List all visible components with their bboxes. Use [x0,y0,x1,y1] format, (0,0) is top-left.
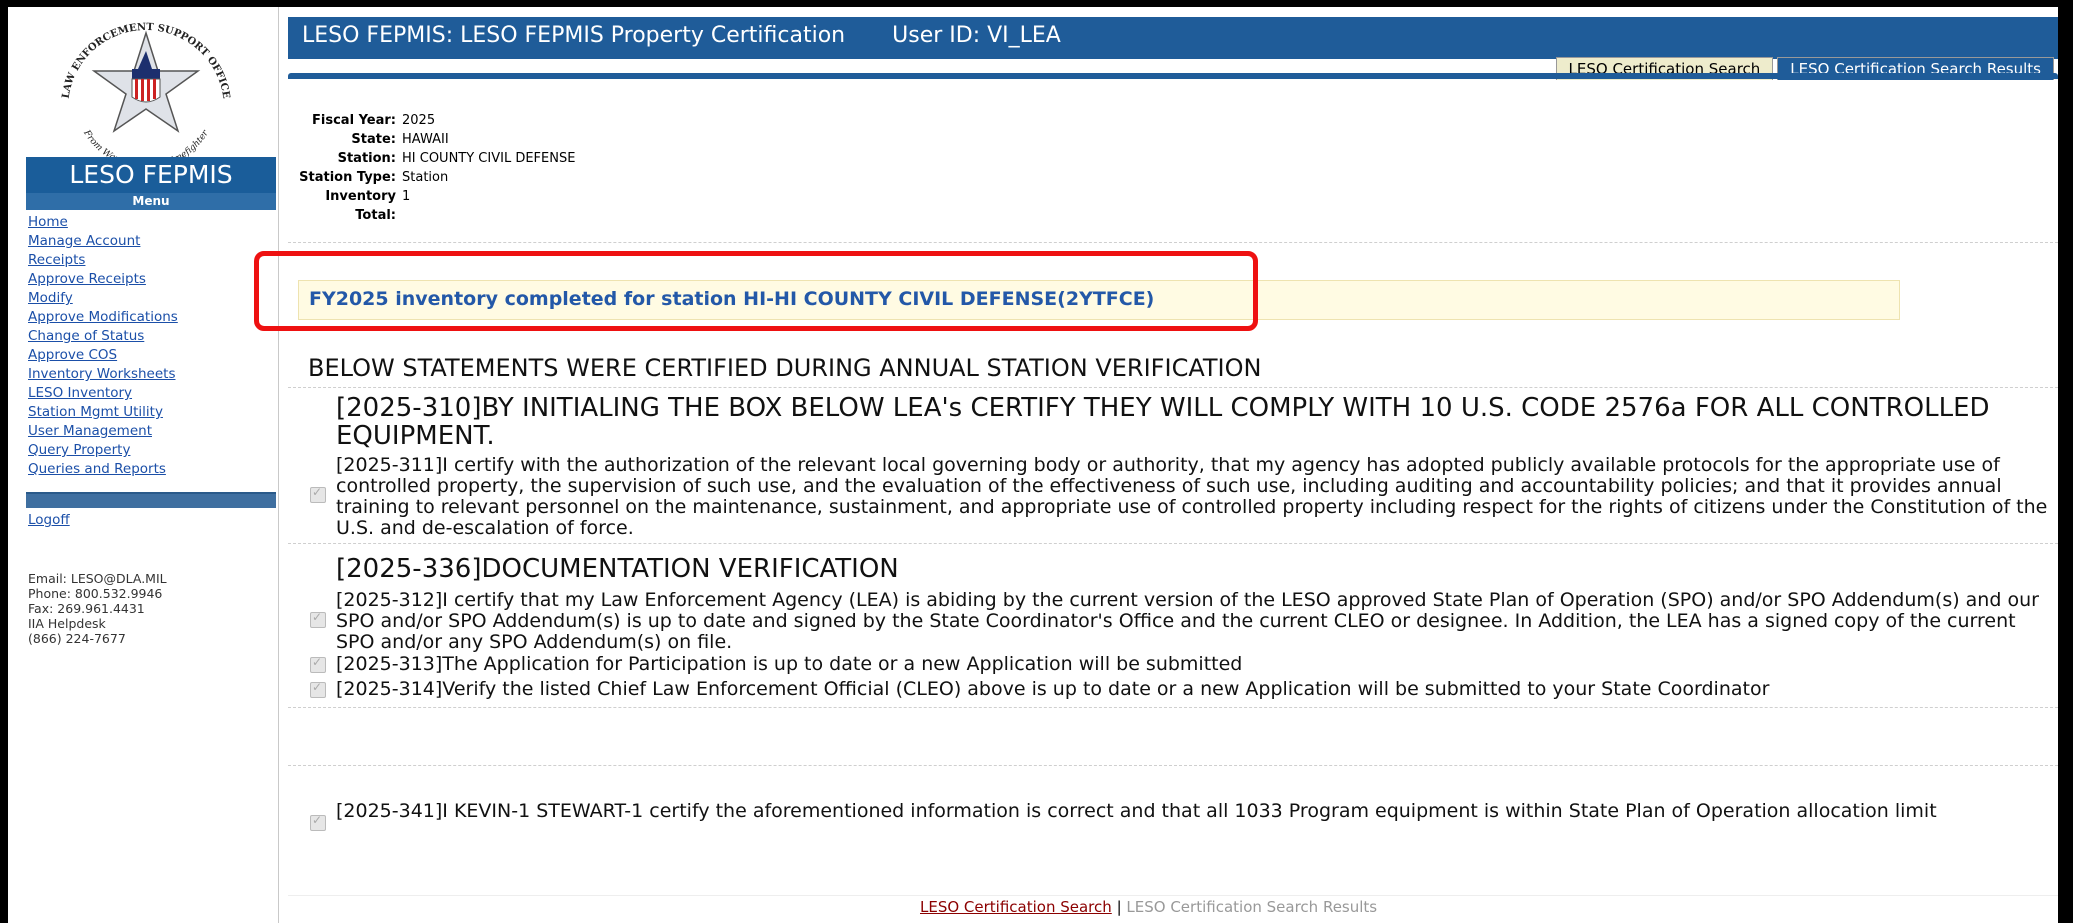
info-row-state: State: HAWAII [291,130,575,149]
footer-separator: | [1116,898,1122,916]
menu-item-modify[interactable]: Modify [28,290,73,306]
footer-divider [288,895,2058,896]
menu-item-user-management[interactable]: User Management [28,423,152,439]
footer-links: LESO Certification Search | LESO Certifi… [920,898,1377,916]
app-name-banner: LESO FEPMIS [26,157,276,193]
info-row-station-type: Station Type: Station [291,168,575,187]
info-value: 1 [402,189,411,204]
menu-item-approve-receipts[interactable]: Approve Receipts [28,271,146,287]
statement-2025-311: [2025-311]I certify with the authorizati… [336,454,2048,539]
contact-email: Email: LESO@DLA.MIL [28,571,167,586]
section-title-2025-310: [2025-310]BY INITIALING THE BOX BELOW LE… [336,393,1990,451]
user-id: User ID: VI_LEA [892,23,1061,48]
info-label: Inventory Total: [325,189,396,223]
menu-item-manage-account[interactable]: Manage Account [28,233,140,249]
menu-item-change-of-status[interactable]: Change of Status [28,328,144,344]
sidebar-menu: Home Manage Account Receipts Approve Rec… [28,211,178,477]
footer-link-certification-search[interactable]: LESO Certification Search [920,898,1112,916]
info-row-inventory-total: Inventory Total: 1 [291,187,575,225]
menu-item-station-mgmt-utility[interactable]: Station Mgmt Utility [28,404,163,420]
info-value: Station [402,170,449,185]
contact-helpdesk-phone: (866) 224-7677 [28,631,126,646]
contact-phone: Phone: 800.532.9946 [28,586,163,601]
contact-helpdesk: IIA Helpdesk [28,616,106,631]
info-row-fiscal-year: Fiscal Year: 2025 [291,111,575,130]
checkbox-2025-341[interactable] [310,813,326,831]
menu-item-leso-inventory[interactable]: LESO Inventory [28,385,132,401]
divider [288,242,2058,243]
menu-item-approve-cos[interactable]: Approve COS [28,347,117,363]
section-title-2025-336: [2025-336]DOCUMENTATION VERIFICATION [336,554,899,584]
checkbox-2025-311[interactable] [310,485,326,503]
statements-header: BELOW STATEMENTS WERE CERTIFIED DURING A… [308,354,1262,382]
page-frame: LAW ENFORCEMENT SUPPORT OFFICE From Warf… [8,7,2058,923]
menu-item-queries-and-reports[interactable]: Queries and Reports [28,461,166,477]
info-label: Station Type: [299,170,396,185]
page-title: LESO FEPMIS: LESO FEPMIS Property Certif… [302,23,1061,48]
info-value: HI COUNTY CIVIL DEFENSE [402,151,576,166]
statement-2025-313: [2025-313]The Application for Participat… [336,653,1243,675]
info-value: HAWAII [402,132,449,147]
station-info: Fiscal Year: 2025 State: HAWAII Station:… [291,111,575,225]
menu-item-receipts[interactable]: Receipts [28,252,85,268]
checkbox-2025-314[interactable] [310,680,326,698]
header-underline-bar [288,73,2058,79]
info-value: 2025 [402,113,436,128]
statement-2025-341: [2025-341]I KEVIN-1 STEWART-1 certify th… [336,800,1937,822]
checkbox-2025-312[interactable] [310,610,326,628]
info-label: State: [351,132,396,147]
logoff-link[interactable]: Logoff [28,512,70,528]
info-label: Station: [337,151,396,166]
menu-item-inventory-worksheets[interactable]: Inventory Worksheets [28,366,176,382]
info-label: Fiscal Year: [312,113,396,128]
checkbox-2025-313[interactable] [310,655,326,673]
statement-2025-312: [2025-312]I certify that my Law Enforcem… [336,589,2039,653]
contact-info: Email: LESO@DLA.MIL Phone: 800.532.9946 … [28,571,167,646]
statement-2025-314: [2025-314]Verify the listed Chief Law En… [336,678,1770,700]
menu-header: Menu [26,193,276,210]
menu-item-home[interactable]: Home [28,214,68,230]
page-header: LESO FEPMIS: LESO FEPMIS Property Certif… [288,17,2058,80]
divider [288,707,2058,708]
footer-link-certification-search-results: LESO Certification Search Results [1126,898,1378,916]
page-title-text: LESO FEPMIS: LESO FEPMIS Property Certif… [302,23,846,48]
divider [288,387,2058,388]
menu-separator [26,492,276,508]
contact-fax: Fax: 269.961.4431 [28,601,145,616]
leso-seal-logo: LAW ENFORCEMENT SUPPORT OFFICE From Warf… [61,22,232,163]
divider [288,543,2058,544]
info-row-station: Station: HI COUNTY CIVIL DEFENSE [291,149,576,168]
menu-item-approve-modifications[interactable]: Approve Modifications [28,309,178,325]
highlight-annotation-box [254,251,1258,331]
divider [288,765,2058,766]
menu-item-query-property[interactable]: Query Property [28,442,130,458]
sidebar: LAW ENFORCEMENT SUPPORT OFFICE From Warf… [8,7,279,923]
